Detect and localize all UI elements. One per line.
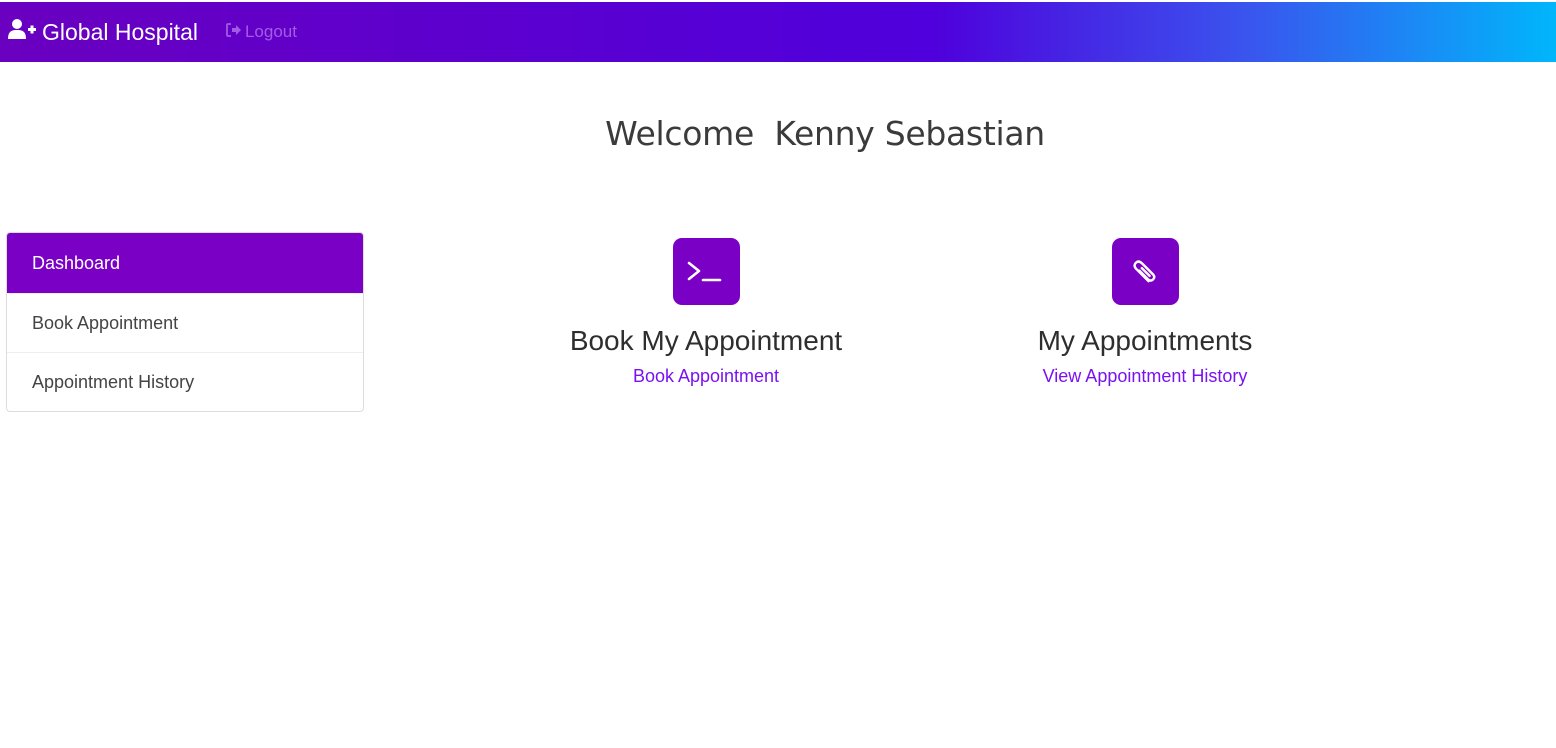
- card-title: Book My Appointment: [569, 325, 843, 356]
- logout-label: Logout: [244, 22, 297, 41]
- terminal-icon: [672, 238, 740, 305]
- sidebar-item-dashboard[interactable]: Dashboard: [7, 233, 363, 293]
- user-plus-icon: [8, 18, 42, 46]
- book-appointment-link[interactable]: Book Appointment: [561, 366, 851, 387]
- sign-out-icon: [226, 22, 245, 42]
- logout-link[interactable]: Logout: [226, 22, 297, 42]
- welcome-heading: Welcome Kenny Sebastian: [605, 114, 1045, 153]
- brand-label: Global Hospital: [42, 18, 198, 45]
- brand-link[interactable]: Global Hospital: [8, 18, 198, 46]
- sidebar-item-book-appointment[interactable]: Book Appointment: [7, 293, 363, 352]
- book-appointment-card: Book My Appointment Book Appointment: [561, 238, 851, 387]
- card-title: My Appointments: [1037, 325, 1253, 356]
- paperclip-icon: [1111, 238, 1179, 305]
- view-appointment-history-link[interactable]: View Appointment History: [1000, 366, 1290, 387]
- top-navbar: Global Hospital Logout: [0, 2, 1556, 62]
- sidebar-menu: Dashboard Book Appointment Appointment H…: [6, 232, 364, 412]
- sidebar-item-appointment-history[interactable]: Appointment History: [7, 352, 363, 411]
- my-appointments-card: My Appointments View Appointment History: [1000, 238, 1290, 387]
